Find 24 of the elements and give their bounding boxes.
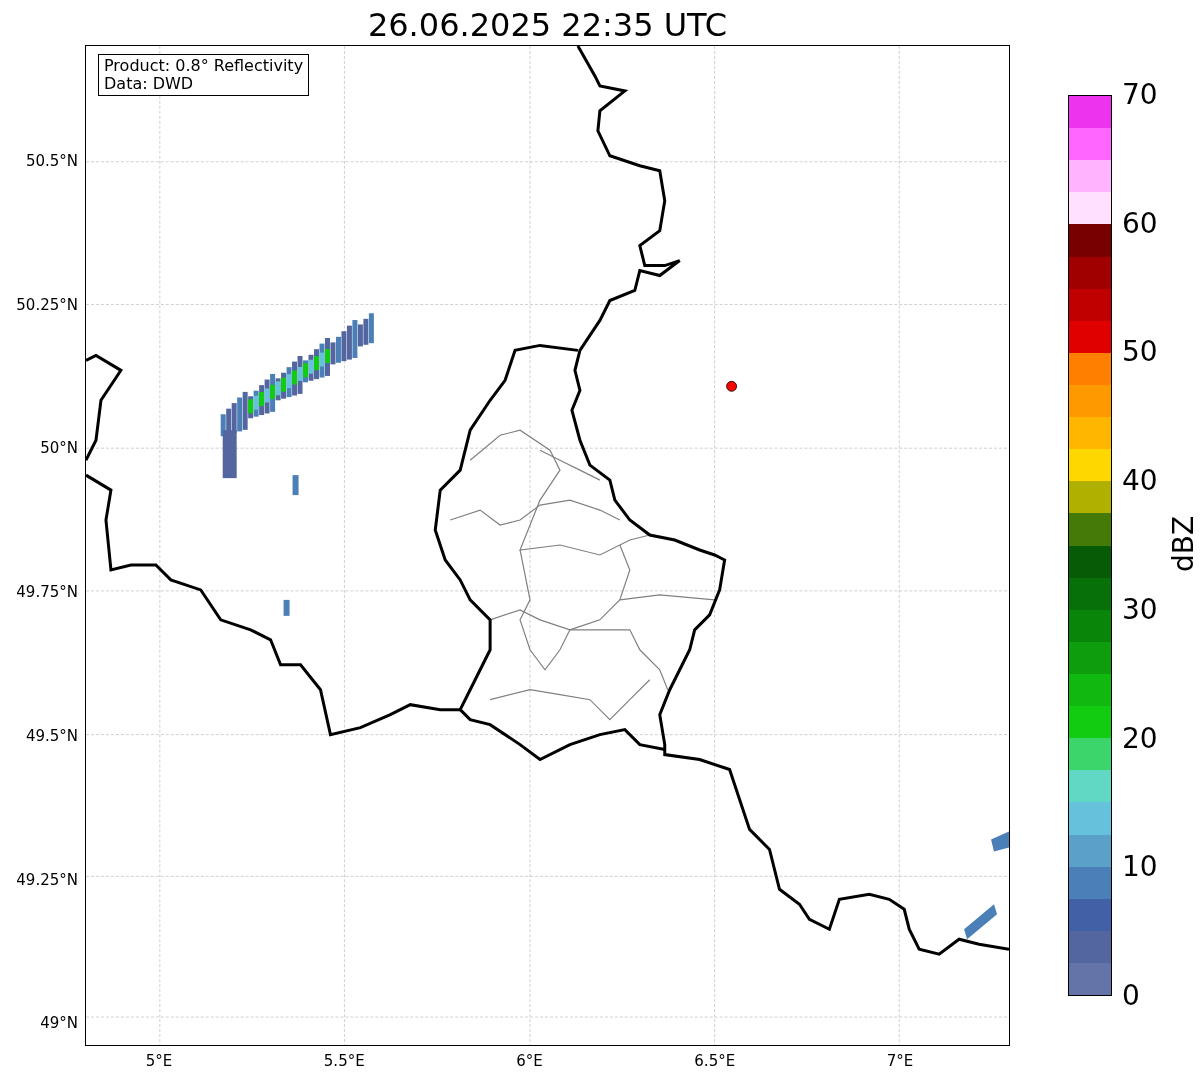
colorbar-tick-label: 30	[1122, 593, 1158, 626]
colorbar-tick-label: 70	[1122, 79, 1158, 111]
legend-text: Product: 0.8° Reflectivity	[104, 57, 304, 75]
colorbar-tick-label: 0	[1122, 980, 1140, 1012]
legend-text: Data: DWD	[104, 75, 195, 93]
longitude-label: 6.5°E	[694, 1052, 736, 1070]
chart-title: 26.06.2025 22:35 UTC	[367, 5, 728, 45]
colorbar-tick-label: 10	[1122, 851, 1158, 884]
colorbar-tick-label: 50	[1122, 336, 1158, 369]
latitude-label: 49.75°N	[16, 583, 78, 602]
colorbar-label: dBZ	[1168, 515, 1201, 573]
longitude-label: 5.5°E	[323, 1052, 365, 1070]
latitude-label: 50.25°N	[16, 295, 78, 314]
latitude-label: 49.5°N	[25, 726, 78, 745]
colorbar-tick-label: 60	[1122, 207, 1158, 240]
longitude-label: 5°E	[145, 1052, 173, 1070]
latitude-label: 49.25°N	[16, 870, 78, 889]
longitude-label: 7°E	[886, 1052, 914, 1070]
latitude-label: 50°N	[40, 439, 78, 458]
colorbar-tick-label: 20	[1122, 722, 1158, 755]
latitude-label: 49°N	[40, 1014, 78, 1033]
colorbar-tick-label: 40	[1122, 465, 1158, 498]
longitude-label: 6°E	[516, 1052, 543, 1070]
latitude-label: 50.5°N	[25, 152, 78, 170]
